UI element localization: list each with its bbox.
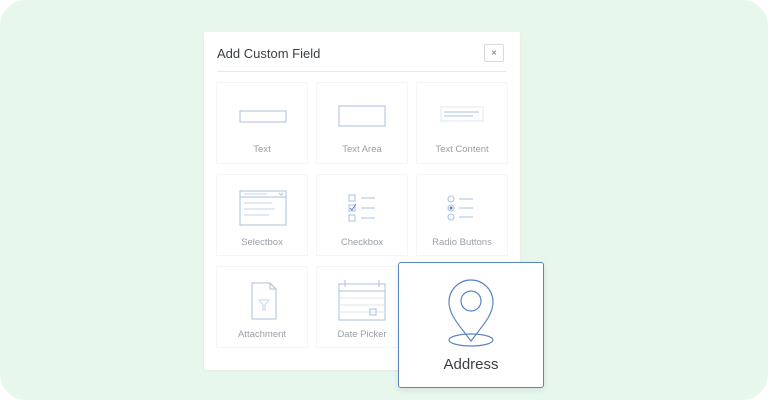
field-tile-date-picker[interactable]: Date Picker	[316, 266, 408, 348]
field-tile-text[interactable]: Text	[216, 82, 308, 164]
field-tile-text-area[interactable]: Text Area	[316, 82, 408, 164]
field-label: Date Picker	[337, 329, 387, 340]
field-tile-attachment[interactable]: Attachment	[216, 266, 308, 348]
dialog-divider	[217, 71, 506, 72]
field-tile-checkbox[interactable]: Checkbox	[316, 174, 408, 256]
field-label: Selectbox	[241, 237, 283, 248]
dialog-title: Add Custom Field	[217, 46, 321, 61]
close-button[interactable]: ×	[484, 44, 504, 62]
field-label: Text Area	[342, 144, 382, 155]
field-label: Radio Buttons	[432, 237, 492, 248]
field-tile-radio-buttons[interactable]: Radio Buttons	[416, 174, 508, 256]
field-tile-address[interactable]: Address	[398, 262, 544, 388]
field-label: Attachment	[237, 329, 287, 340]
address-label: Address	[443, 356, 499, 373]
field-label: Text Content	[435, 144, 489, 155]
field-tile-text-content[interactable]: Text Content	[416, 82, 508, 164]
field-label: Text	[253, 144, 271, 155]
field-label: Checkbox	[340, 237, 384, 248]
field-tile-selectbox[interactable]: Selectbox	[216, 174, 308, 256]
